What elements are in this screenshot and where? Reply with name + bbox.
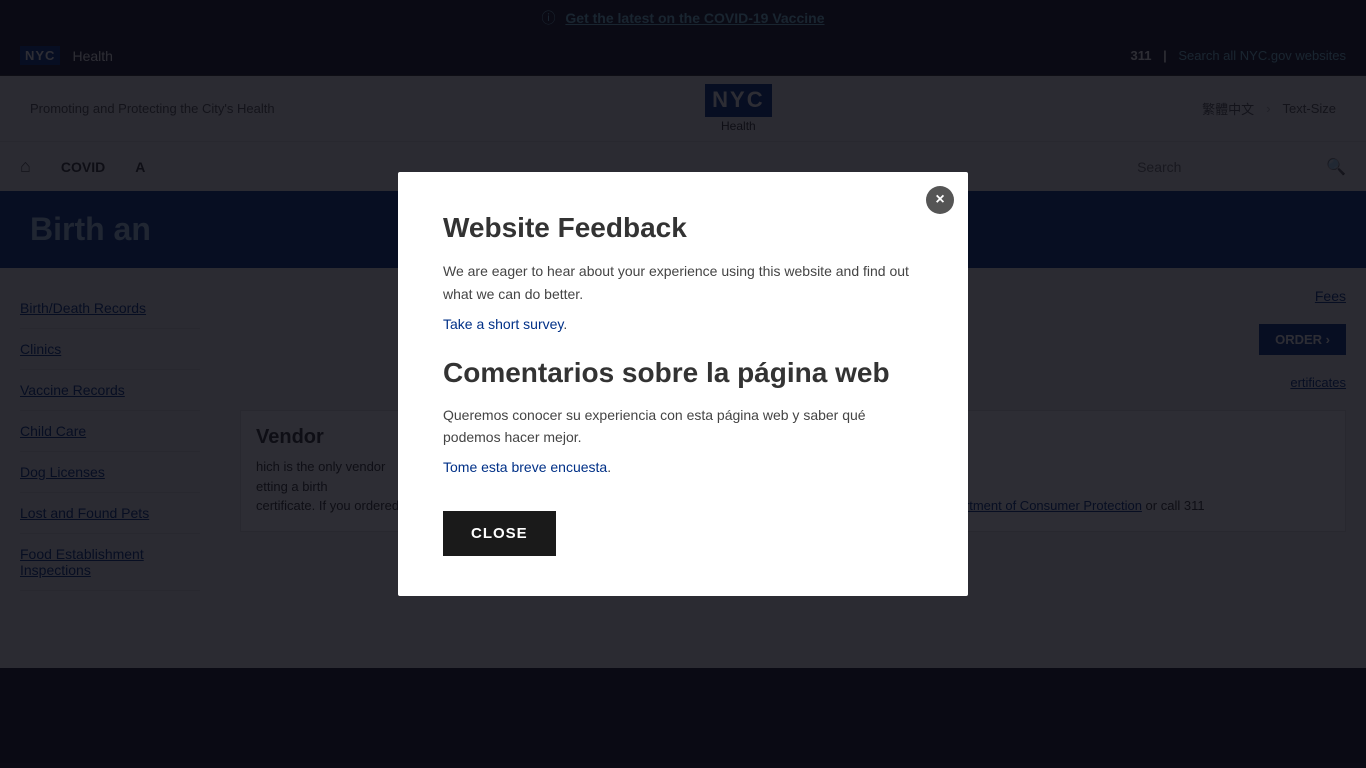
modal-spanish-title: Comentarios sobre la página web (443, 355, 923, 391)
modal-overlay: × Website Feedback We are eager to hear … (0, 0, 1366, 768)
modal-close-button[interactable]: CLOSE (443, 511, 556, 556)
modal-spanish-survey: Tome esta breve encuesta. (443, 456, 923, 478)
modal-english-body: We are eager to hear about your experien… (443, 260, 923, 305)
modal-close-x-button[interactable]: × (926, 186, 954, 214)
feedback-modal: × Website Feedback We are eager to hear … (398, 172, 968, 596)
modal-english-survey: Take a short survey. (443, 313, 923, 335)
modal-spanish-body: Queremos conocer su experiencia con esta… (443, 404, 923, 449)
english-survey-link[interactable]: Take a short survey (443, 316, 563, 332)
modal-english-title: Website Feedback (443, 212, 923, 244)
spanish-survey-link[interactable]: Tome esta breve encuesta (443, 459, 607, 475)
